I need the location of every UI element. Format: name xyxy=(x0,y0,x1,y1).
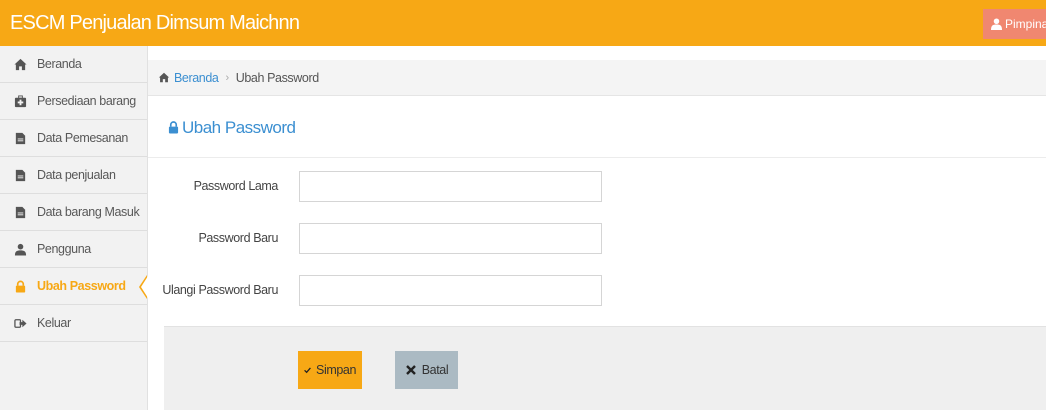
sidebar-item-label: Beranda xyxy=(37,57,82,71)
breadcrumb-current: Ubah Password xyxy=(235,70,319,85)
top-navbar: ESCM Penjualan Dimsum Maichnn Pimpinan xyxy=(0,0,1046,46)
old-password-input[interactable] xyxy=(299,171,602,202)
home-icon xyxy=(13,57,27,71)
sign-out-icon xyxy=(13,316,27,330)
breadcrumb: Beranda › Ubah Password xyxy=(148,60,1046,96)
check-icon xyxy=(304,367,311,374)
save-button[interactable]: Simpan xyxy=(298,351,362,389)
breadcrumb-home-link[interactable]: Beranda xyxy=(174,71,219,85)
old-password-row: Password Lama xyxy=(148,171,1046,202)
sidebar-item-label: Keluar xyxy=(37,316,71,330)
repeat-password-label: Ulangi Password Baru xyxy=(162,283,278,297)
new-password-row: Password Baru xyxy=(148,223,1046,254)
sidebar-item-beranda[interactable]: Beranda xyxy=(0,46,147,83)
file-icon xyxy=(13,168,27,182)
form-actions: Simpan Batal xyxy=(164,326,1046,410)
page-title-text: Ubah Password xyxy=(182,118,296,137)
close-icon xyxy=(405,365,416,375)
repeat-password-input[interactable] xyxy=(299,275,602,306)
repeat-password-row: Ulangi Password Baru xyxy=(148,275,1046,306)
sidebar-item-label: Data Pemesanan xyxy=(37,131,128,145)
breadcrumb-separator: › xyxy=(225,71,229,84)
sidebar-item-pengguna[interactable]: Pengguna xyxy=(0,231,147,268)
sidebar-item-label: Pengguna xyxy=(37,242,91,256)
sidebar-item-label: Ubah Password xyxy=(37,279,126,293)
app-title[interactable]: ESCM Penjualan Dimsum Maichnn xyxy=(10,0,300,46)
cancel-button-label: Batal xyxy=(421,363,449,377)
sidebar-item-data-barang-masuk[interactable]: Data barang Masuk xyxy=(0,194,147,231)
divider xyxy=(148,157,1046,158)
file-icon xyxy=(13,205,27,219)
user-icon xyxy=(13,242,27,256)
user-name: Pimpinan xyxy=(1005,17,1046,31)
lock-icon xyxy=(168,121,179,134)
home-icon xyxy=(158,71,174,85)
save-button-label: Simpan xyxy=(316,363,356,377)
sidebar-item-ubah-password[interactable]: Ubah Password xyxy=(0,268,148,305)
sidebar-item-persediaan-barang[interactable]: Persediaan barang xyxy=(0,83,147,120)
sidebar-item-data-penjualan[interactable]: Data penjualan xyxy=(0,157,147,194)
sidebar-item-keluar[interactable]: Keluar xyxy=(0,305,147,342)
sidebar-item-label: Data barang Masuk xyxy=(37,205,140,219)
new-password-input[interactable] xyxy=(299,223,602,254)
page-title: Ubah Password xyxy=(168,118,296,138)
sidebar-item-label: Data penjualan xyxy=(37,168,116,182)
file-icon xyxy=(13,131,27,145)
medkit-icon xyxy=(13,94,27,108)
cancel-button[interactable]: Batal xyxy=(395,351,458,389)
sidebar-item-data-pemesanan[interactable]: Data Pemesanan xyxy=(0,120,147,157)
sidebar: Beranda Persediaan barang Data Pemesanan… xyxy=(0,46,148,410)
new-password-label: Password Baru xyxy=(198,231,278,245)
user-menu[interactable]: Pimpinan xyxy=(983,9,1046,39)
user-icon xyxy=(991,18,1002,30)
sidebar-item-label: Persediaan barang xyxy=(37,94,136,108)
lock-icon xyxy=(13,279,27,293)
old-password-label: Password Lama xyxy=(193,179,279,193)
